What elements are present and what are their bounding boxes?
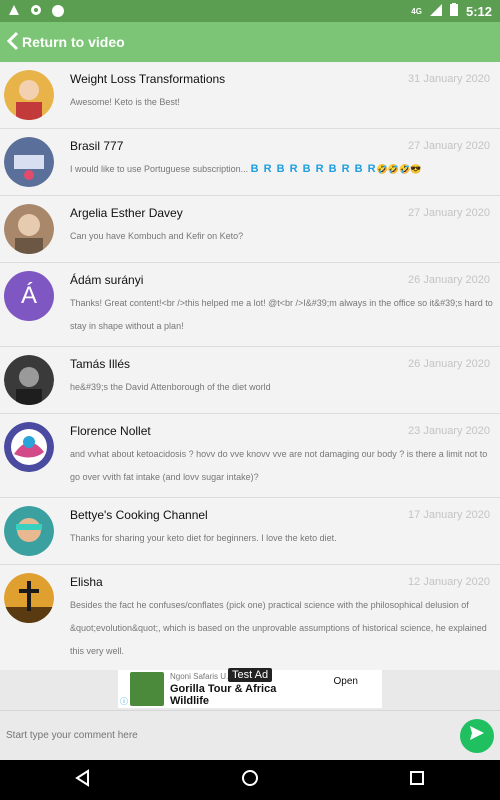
comment-text: Can you have Kombuch and Kefir on Keto? — [70, 231, 244, 241]
recents-nav-icon[interactable] — [408, 769, 426, 792]
comment-author: Argelia Esther Davey — [70, 206, 183, 220]
app-bar: Return to video — [0, 22, 500, 62]
comment-author: Florence Nollet — [70, 424, 151, 438]
comment-emoji: 🤣🤣🤣😎 — [376, 164, 422, 174]
comment-author: Ádám surányi — [70, 273, 144, 287]
ad-banner: Ngoni Safaris U... Gorilla Tour & Africa… — [0, 668, 500, 710]
comment-date: 27 January 2020 — [408, 207, 490, 219]
clock: 5:12 — [465, 3, 492, 19]
comment-date: 26 January 2020 — [408, 274, 490, 286]
avatar — [4, 137, 54, 187]
comment-item: Brasil 777 27 January 2020 I would like … — [0, 129, 500, 196]
comment-item: Florence Nollet 23 January 2020 and vvha… — [0, 414, 500, 498]
ad-test-label: Test Ad — [228, 668, 273, 682]
comment-accent-text: B R B R B R B R B R — [250, 163, 377, 175]
warning-icon — [8, 4, 20, 19]
comment-item: Bettye's Cooking Channel 17 January 2020… — [0, 498, 500, 565]
signal-icon — [429, 3, 442, 19]
home-nav-icon[interactable] — [241, 769, 259, 792]
send-icon — [468, 724, 486, 747]
comment-text: Thanks for sharing your keto diet for be… — [70, 533, 337, 543]
back-label: Return to video — [22, 34, 125, 50]
comment-author: Brasil 777 — [70, 139, 124, 153]
ad-thumbnail — [130, 672, 164, 706]
comment-date: 31 January 2020 — [408, 73, 490, 85]
comment-item: Á Ádám surányi 26 January 2020 Thanks! G… — [0, 263, 500, 347]
comment-date: 17 January 2020 — [408, 509, 490, 521]
sync-icon — [30, 4, 42, 19]
comment-text: Thanks! Great content!<br />this helped … — [70, 298, 493, 331]
back-nav-icon[interactable] — [74, 768, 92, 792]
send-button[interactable] — [460, 718, 494, 753]
comment-input[interactable] — [6, 730, 460, 741]
comment-item: Argelia Esther Davey 27 January 2020 Can… — [0, 196, 500, 263]
comment-text: Awesome! Keto is the Best! — [70, 97, 180, 107]
battery-icon — [449, 3, 458, 19]
comment-date: 26 January 2020 — [408, 358, 490, 370]
ad-title-line1: Gorilla Tour & Africa — [170, 683, 277, 695]
comment-author: Elisha — [70, 575, 103, 589]
comment-author: Tamás Illés — [70, 357, 131, 371]
comment-author: Bettye's Cooking Channel — [70, 508, 208, 522]
comment-list[interactable]: Weight Loss Transformations 31 January 2… — [0, 62, 500, 670]
avatar — [4, 506, 54, 556]
comment-compose-bar — [0, 710, 500, 760]
comment-text: I would like to use Portuguese subscript… — [70, 158, 494, 181]
ad-info-icon[interactable]: ⓘ — [120, 696, 130, 706]
comment-date: 27 January 2020 — [408, 140, 490, 152]
comment-date: 12 January 2020 — [408, 576, 490, 588]
comment-text-main: I would like to use Portuguese subscript… — [70, 164, 249, 174]
system-nav-bar — [0, 760, 500, 800]
avatar — [4, 422, 54, 472]
comment-text: and vvhat about ketoacidosis ? hovv do v… — [70, 449, 488, 482]
notification-dot-icon — [52, 5, 64, 17]
status-bar: 4G 5:12 — [0, 0, 500, 22]
comment-text: he&#39;s the David Attenborough of the d… — [70, 382, 271, 392]
avatar: Á — [4, 271, 54, 321]
avatar-letter: Á — [20, 282, 37, 309]
avatar — [4, 204, 54, 254]
comment-item: Elisha 12 January 2020 Besides the fact … — [0, 565, 500, 670]
ad-title-line2: Wildlife — [170, 695, 210, 707]
ad-open-button[interactable]: Open — [334, 676, 358, 687]
back-button[interactable]: Return to video — [6, 31, 125, 54]
comment-text: Besides the fact he confuses/conflates (… — [70, 600, 487, 656]
avatar — [4, 355, 54, 405]
comment-author: Weight Loss Transformations — [70, 72, 226, 86]
comment-date: 23 January 2020 — [408, 425, 490, 437]
comment-item: Tamás Illés 26 January 2020 he&#39;s the… — [0, 347, 500, 414]
chevron-left-icon — [6, 31, 20, 54]
avatar — [4, 70, 54, 120]
network-indicator: 4G — [411, 6, 422, 16]
avatar — [4, 573, 54, 623]
comment-item: Weight Loss Transformations 31 January 2… — [0, 62, 500, 129]
